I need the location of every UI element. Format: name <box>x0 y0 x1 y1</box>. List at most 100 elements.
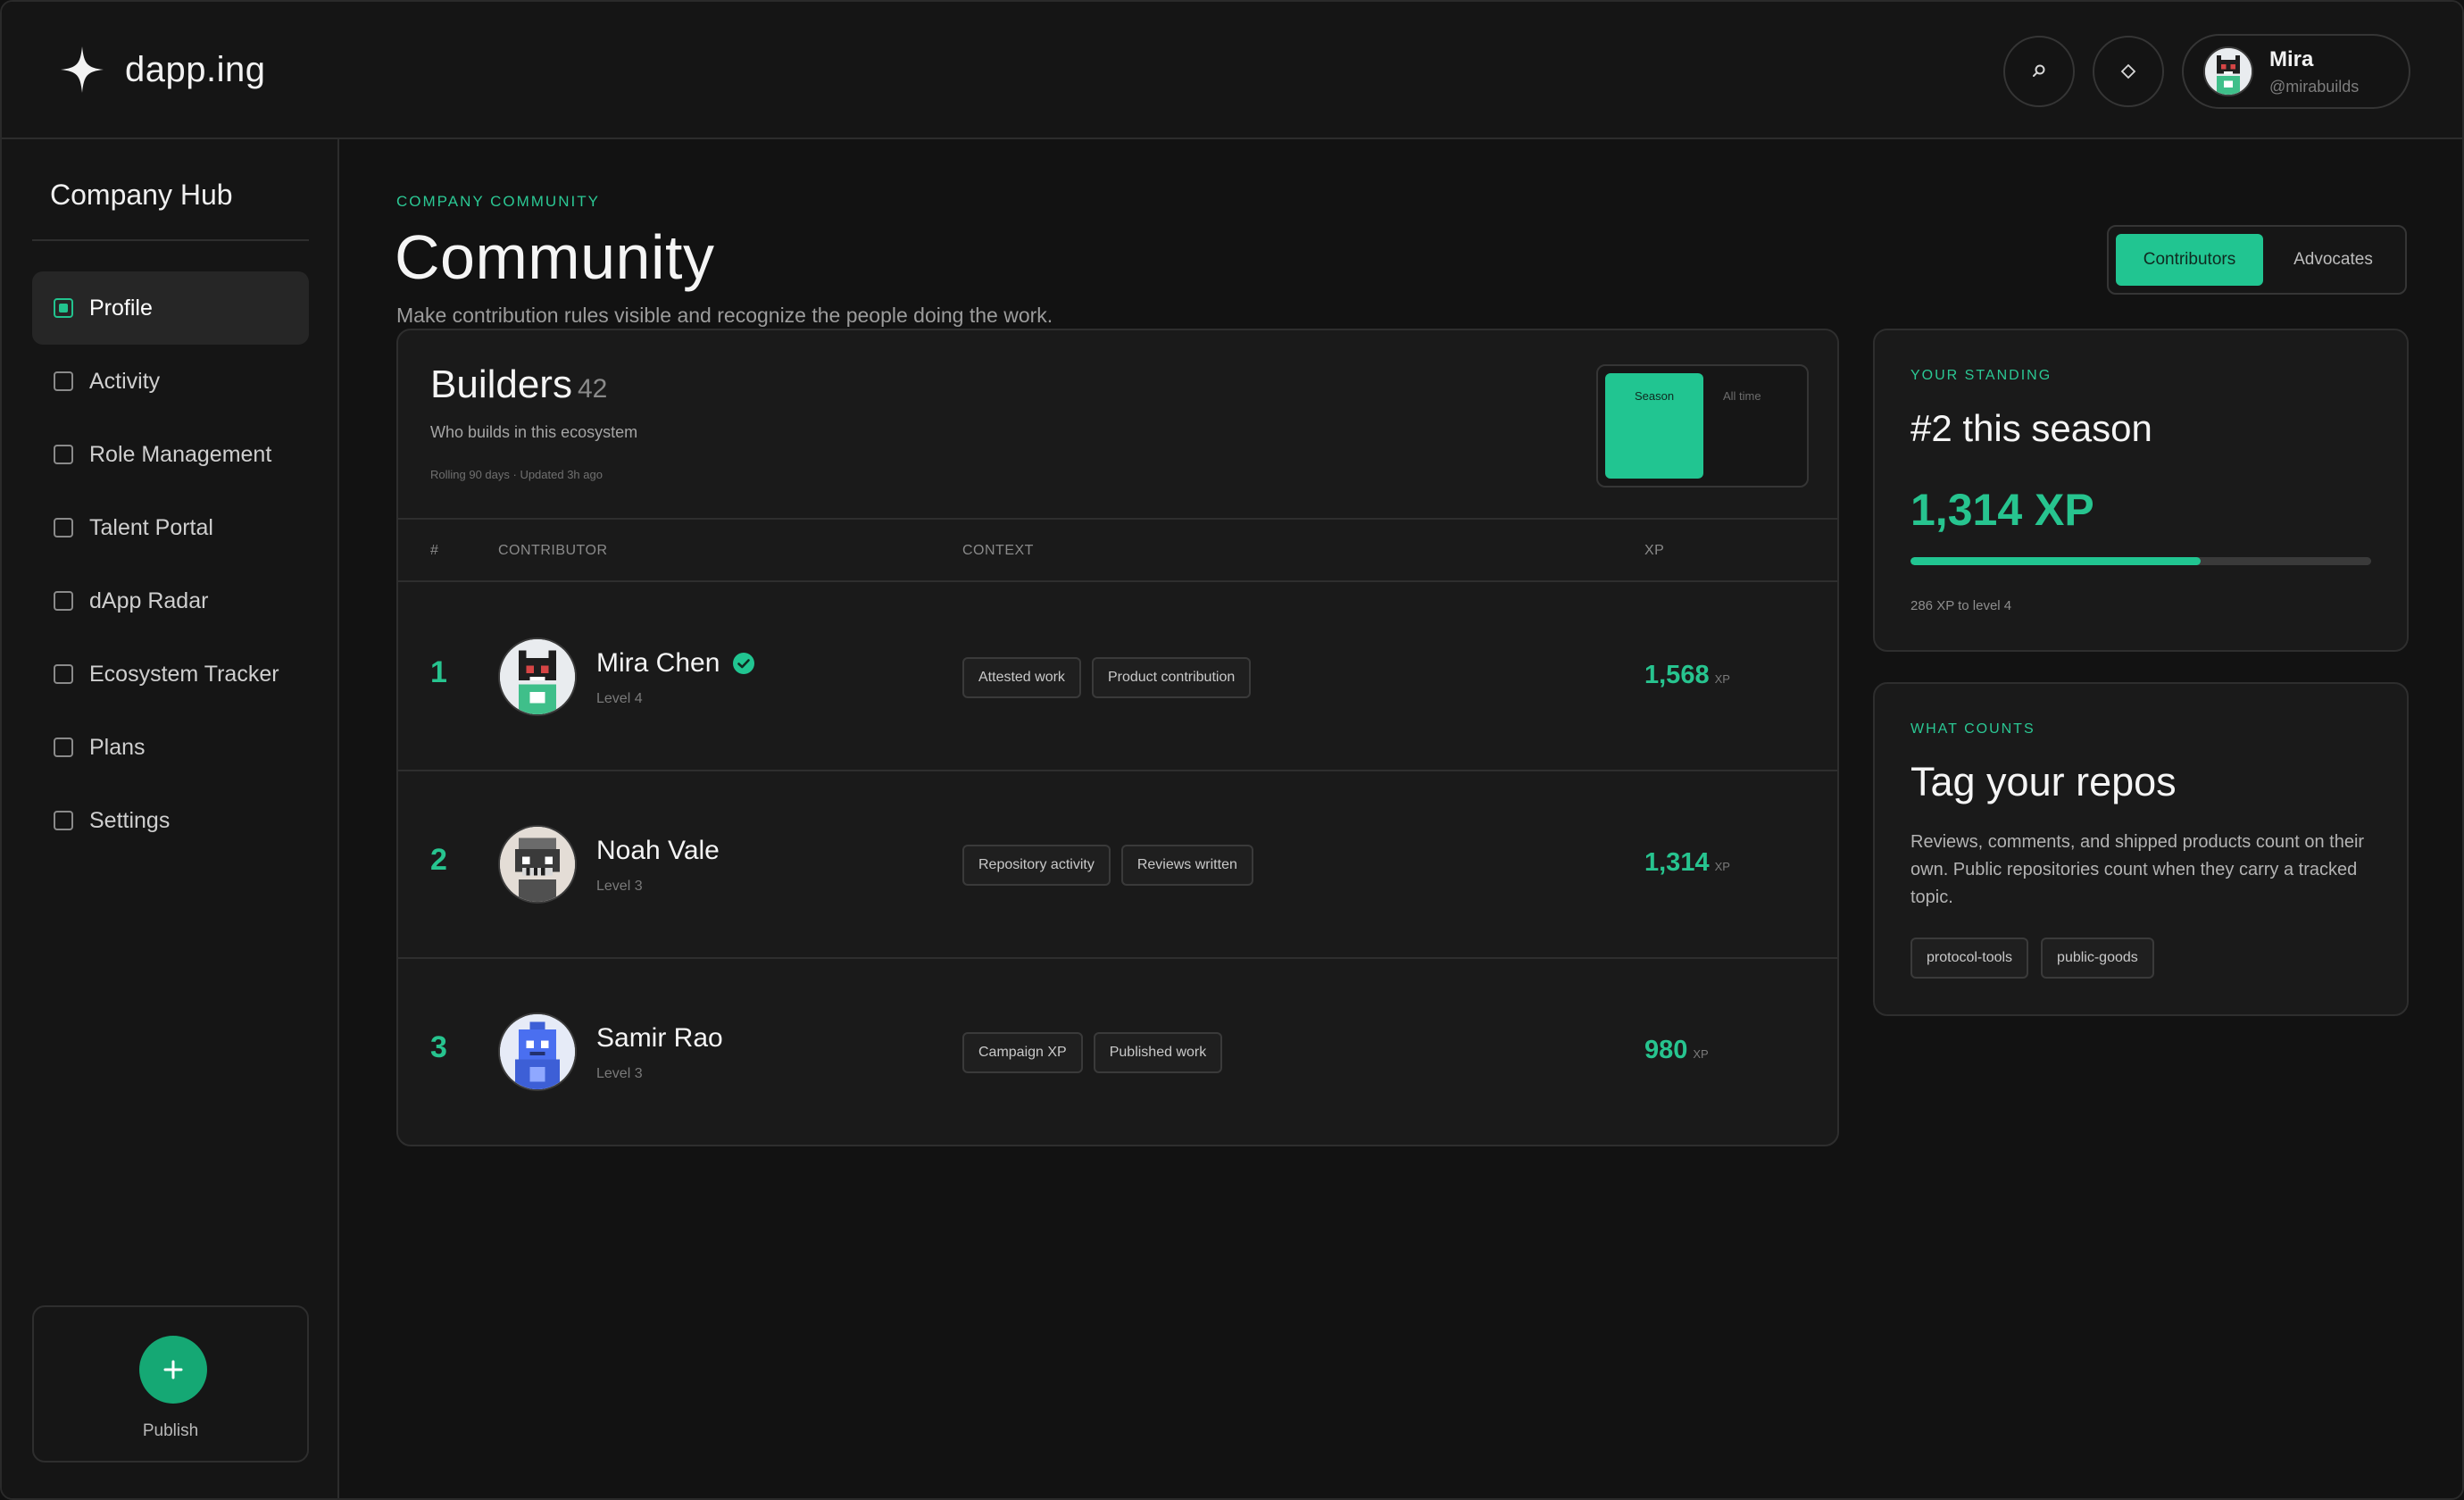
period-season-button[interactable]: Season <box>1605 373 1703 479</box>
leaderboard-card: Builders 42 Who builds in this ecosystem … <box>396 329 1839 1146</box>
search-button[interactable] <box>2003 36 2075 107</box>
sidebar-item-label: Activity <box>89 368 161 394</box>
sidebar-item-settings[interactable]: Settings <box>32 784 309 857</box>
contributor-level: Level 3 <box>596 1066 643 1081</box>
column-xp: XP <box>1644 543 1665 558</box>
verified-badge-icon <box>733 653 755 674</box>
rank: 3 <box>430 1030 447 1064</box>
rank: 1 <box>430 655 447 689</box>
builder-count: 42 <box>577 374 608 404</box>
diamond-icon <box>2120 63 2136 79</box>
page-subtitle: Make contribution rules visible and reco… <box>396 304 1053 327</box>
publish-label: Publish <box>142 1421 199 1440</box>
topic-tag[interactable]: public-goods <box>2041 938 2154 979</box>
publish-card: Publish <box>32 1305 309 1462</box>
context-tag: Repository activity <box>962 845 1111 886</box>
standing-eyebrow: YOUR STANDING <box>1910 368 2052 383</box>
checkbox-icon <box>54 664 73 684</box>
context-tags: Repository activity Reviews written <box>962 845 1253 886</box>
xp-number: 1,314 <box>1644 848 1710 877</box>
contributor-level: Level 3 <box>596 879 643 894</box>
user-menu[interactable]: Mira @mirabuilds <box>2182 34 2410 109</box>
level-progress-bar <box>1910 557 2371 565</box>
standing-xp: 1,314 XP <box>1910 485 2094 535</box>
xp-value: 1,568 XP <box>1644 661 1730 690</box>
contributor-name-text: Mira Chen <box>596 648 720 678</box>
column-contributor: CONTRIBUTOR <box>498 543 608 558</box>
audience-toggle: Contributors Advocates <box>2107 225 2407 295</box>
leaderboard-subtitle: Who builds in this ecosystem <box>430 423 638 441</box>
sidebar-item-profile[interactable]: Profile <box>32 271 309 345</box>
sidebar-title: Company Hub <box>50 179 233 211</box>
checkbox-icon <box>54 738 73 757</box>
avatar <box>498 638 577 716</box>
level-progress-fill <box>1910 557 2202 565</box>
contributor-name-text: Noah Vale <box>596 836 720 865</box>
context-tag: Product contribution <box>1091 657 1252 698</box>
contributor-name[interactable]: Mira Chen <box>596 648 755 679</box>
tab-contributors[interactable]: Contributors <box>2116 234 2263 286</box>
sidebar-item-label: Role Management <box>89 441 272 467</box>
sparkle-logo-icon <box>61 46 104 93</box>
leaderboard-title-text: Builders <box>430 362 572 406</box>
publish-button[interactable] <box>139 1336 207 1404</box>
standing-card: YOUR STANDING #2 this season 1,314 XP 28… <box>1873 329 2409 652</box>
tab-advocates[interactable]: Advocates <box>2268 234 2398 286</box>
contributor-name[interactable]: Noah Vale <box>596 836 720 866</box>
table-header: # CONTRIBUTOR CONTEXT XP <box>398 520 1837 582</box>
table-row[interactable]: 2 Noah Vale Level 3 Repository activity … <box>398 771 1837 959</box>
logo[interactable]: dapp.ing <box>59 45 265 95</box>
sidebar-item-role-management[interactable]: Role Management <box>32 418 309 491</box>
context-tag: Attested work <box>962 657 1081 698</box>
checkbox-icon <box>54 518 73 538</box>
leaderboard-title: Builders 42 <box>430 362 607 407</box>
wallet-button[interactable] <box>2093 36 2164 107</box>
xp-number: 1,568 <box>1644 661 1710 689</box>
xp-unit: XP <box>1714 860 1730 873</box>
plus-icon <box>163 1360 183 1379</box>
context-tags: Campaign XP Published work <box>962 1032 1223 1073</box>
sidebar-item-talent-portal[interactable]: Talent Portal <box>32 491 309 564</box>
page-eyebrow: COMPANY COMMUNITY <box>396 193 600 210</box>
sidebar-nav: Profile Activity Role Management Talent … <box>32 271 309 857</box>
period-all-time-button[interactable]: All time <box>1723 389 1761 403</box>
checkbox-icon <box>54 591 73 611</box>
page-title: Community <box>395 222 715 292</box>
app-window: dapp.ing Mira @mirabuilds Company Hub Pr… <box>0 0 2464 1500</box>
checkbox-icon <box>54 445 73 464</box>
sidebar-item-label: dApp Radar <box>89 588 209 613</box>
avatar <box>498 825 577 904</box>
sidebar-item-label: Settings <box>89 807 171 833</box>
rank: 2 <box>430 843 447 877</box>
context-tags: Attested work Product contribution <box>962 657 1252 698</box>
context-tag: Reviews written <box>1120 845 1253 886</box>
sidebar-item-ecosystem-tracker[interactable]: Ecosystem Tracker <box>32 638 309 711</box>
topic-tag[interactable]: protocol-tools <box>1910 938 2029 979</box>
sidebar-item-activity[interactable]: Activity <box>32 345 309 418</box>
contributor-name-text: Samir Rao <box>596 1023 723 1053</box>
table-row[interactable]: 1 Mira Chen Level 4 Attested work Produc… <box>398 584 1837 771</box>
context-tag: Published work <box>1093 1032 1223 1073</box>
checkbox-icon <box>54 811 73 830</box>
leaderboard-meta: Rolling 90 days · Updated 3h ago <box>430 468 603 481</box>
contributor-name[interactable]: Samir Rao <box>596 1023 723 1054</box>
sidebar-item-label: Profile <box>89 295 153 321</box>
checkbox-icon <box>54 371 73 391</box>
sidebar-item-label: Talent Portal <box>89 514 213 540</box>
sidebar-item-label: Plans <box>89 734 146 760</box>
xp-unit: XP <box>1714 672 1730 686</box>
xp-value: 980 XP <box>1644 1036 1709 1065</box>
what-counts-card: WHAT COUNTS Tag your repos Reviews, comm… <box>1873 682 2409 1016</box>
app-name: dapp.ing <box>125 49 266 89</box>
column-rank: # <box>430 543 439 558</box>
table-row[interactable]: 3 Samir Rao Level 3 Campaign XP Publishe… <box>398 959 1837 1145</box>
leaderboard-header: Builders 42 Who builds in this ecosystem … <box>398 330 1837 520</box>
user-handle: @mirabuilds <box>2269 77 2360 96</box>
what-counts-title: Tag your repos <box>1910 759 2177 804</box>
xp-unit: XP <box>1693 1047 1709 1061</box>
sidebar-item-plans[interactable]: Plans <box>32 711 309 784</box>
sidebar-item-dapp-radar[interactable]: dApp Radar <box>32 564 309 638</box>
sidebar-item-label: Ecosystem Tracker <box>89 661 279 687</box>
divider <box>32 239 309 241</box>
what-counts-body: Reviews, comments, and shipped products … <box>1910 832 2365 907</box>
